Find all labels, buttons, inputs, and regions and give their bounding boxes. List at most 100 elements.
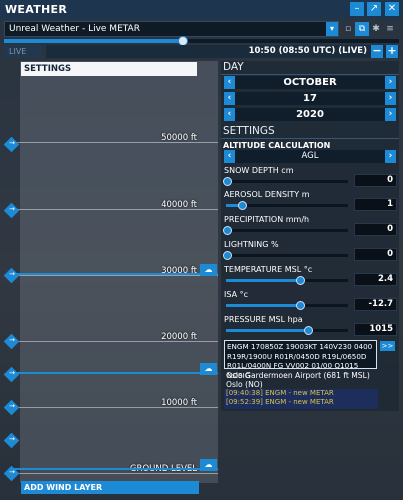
param-label: TEMPERATURE MSL °c	[224, 265, 313, 274]
param-slider[interactable]	[226, 301, 348, 310]
metar-text-box[interactable]: ENGM 170850Z 19003KT 140V230 0400 R19R/1…	[224, 340, 377, 380]
wind-direction-icon[interactable]: →	[3, 432, 20, 449]
detach-button[interactable]: ↗	[367, 2, 381, 16]
chevron-right-icon[interactable]: ›	[385, 150, 396, 163]
param-label: ISA °c	[224, 290, 248, 299]
time-slider-fill	[4, 39, 182, 43]
chevron-right-icon[interactable]: ›	[385, 76, 396, 89]
param-slider[interactable]	[226, 276, 348, 285]
param-value: 1	[387, 199, 393, 209]
altitude-settings-button[interactable]: SETTINGS	[21, 62, 197, 76]
param-label: PRESSURE MSL hpa	[224, 315, 303, 324]
param-slider[interactable]	[226, 201, 348, 210]
param-slider[interactable]	[223, 177, 348, 186]
preset-name: Unreal Weather - Live METAR	[9, 24, 140, 34]
wind-direction-icon[interactable]: →	[3, 399, 20, 416]
day-header: DAY	[223, 61, 244, 73]
chevron-left-icon[interactable]: ‹	[224, 76, 235, 89]
date-selector[interactable]: ‹ 17 ›	[224, 92, 396, 105]
param-value: 0	[387, 249, 393, 259]
altitude-label: 50000 ft	[161, 133, 197, 143]
cloud-layer-line[interactable]	[10, 273, 218, 275]
wind-direction-icon[interactable]: →	[3, 366, 20, 383]
altitude-calculation-label: ALTITUDE CALCULATION	[223, 141, 331, 150]
param-value-input[interactable]: 1	[354, 198, 397, 211]
station-name: Oslo Gardermoen Airport (681 ft MSL)	[226, 371, 370, 380]
cloud-layer-line[interactable]	[10, 372, 218, 374]
wind-direction-icon[interactable]: →	[3, 136, 20, 153]
time-display-bar: 10:50 (08:50 UTC) (LIVE)	[46, 45, 399, 58]
param-label: SNOW DEPTH cm	[224, 166, 294, 175]
param-value-input[interactable]: 0	[354, 174, 397, 187]
wind-direction-icon[interactable]: →	[3, 202, 20, 219]
param-slider[interactable]	[223, 226, 348, 235]
chevron-right-icon[interactable]: ›	[385, 92, 396, 105]
minimize-button[interactable]: –	[350, 2, 364, 16]
param-label: PRECIPITATION mm/h	[224, 215, 310, 224]
time-increment-button[interactable]: +	[386, 45, 398, 58]
param-value: 1015	[369, 324, 393, 334]
altitude-calculation-selector[interactable]: ‹ AGL ›	[224, 150, 396, 163]
param-slider[interactable]	[223, 251, 348, 260]
param-label: AEROSOL DENSITY m	[224, 190, 310, 199]
date-value: 17	[303, 93, 317, 104]
month-selector[interactable]: ‹ OCTOBER ›	[224, 76, 396, 89]
delete-preset-icon[interactable]: ▫	[341, 22, 355, 36]
add-wind-layer-label: ADD WIND LAYER	[24, 483, 103, 492]
altitude-calculation-value: AGL	[301, 151, 319, 161]
param-value-input[interactable]: 1015	[354, 323, 397, 336]
cloud-icon[interactable]: ☁	[200, 363, 217, 375]
metar-forward-button[interactable]: >>	[380, 341, 395, 351]
param-value: 0	[387, 224, 393, 234]
metar-log: [09:40:38] ENGM - new METAR [09:52:39] E…	[224, 389, 378, 409]
divider	[221, 138, 399, 139]
altitude-label: 20000 ft	[161, 332, 197, 342]
param-label: LIGHTNING %	[224, 240, 279, 249]
wind-direction-icon[interactable]: →	[3, 267, 20, 284]
metar-line: R19R/1900U R01R/0450D R19L/0650D	[227, 351, 367, 361]
param-value: 2.4	[377, 274, 393, 284]
divider	[221, 74, 399, 75]
param-value-input[interactable]: 0	[354, 248, 397, 261]
chevron-left-icon[interactable]: ‹	[224, 92, 235, 105]
param-value-input[interactable]: 2.4	[354, 273, 397, 286]
chevron-left-icon[interactable]: ‹	[224, 150, 235, 163]
wind-direction-icon[interactable]: →	[3, 465, 20, 482]
live-label: LIVE	[9, 47, 27, 56]
param-value: 0	[387, 175, 393, 185]
copy-preset-icon[interactable]: ⧉	[355, 22, 369, 36]
preset-dropdown[interactable]: Unreal Weather - Live METAR ▾	[4, 21, 339, 37]
chevron-down-icon[interactable]: ▾	[326, 22, 338, 36]
altitude-settings-label: SETTINGS	[24, 64, 72, 74]
param-value-input[interactable]: -12.7	[354, 298, 397, 311]
chevron-left-icon[interactable]: ‹	[224, 108, 235, 121]
list-icon[interactable]: ≡	[383, 22, 397, 36]
altitude-label: 10000 ft	[161, 398, 197, 408]
wind-direction-icon[interactable]: →	[3, 333, 20, 350]
month-value: OCTOBER	[283, 77, 337, 88]
year-value: 2020	[296, 109, 324, 120]
live-button[interactable]: LIVE	[4, 45, 42, 58]
close-button[interactable]: ✕	[385, 2, 399, 16]
param-slider[interactable]	[226, 326, 348, 335]
add-wind-layer-button[interactable]: ADD WIND LAYER	[21, 481, 199, 494]
station-city: Oslo (NO)	[226, 380, 263, 389]
param-value: -12.7	[368, 299, 394, 309]
title-bar: WEATHER – ↗ ✕	[0, 0, 403, 19]
cloud-layer-line[interactable]	[10, 468, 218, 470]
time-decrement-button[interactable]: −	[371, 45, 383, 58]
window-title: WEATHER	[5, 3, 68, 16]
altitude-label: 40000 ft	[161, 200, 197, 210]
param-value-input[interactable]: 0	[354, 223, 397, 236]
year-selector[interactable]: ‹ 2020 ›	[224, 108, 396, 121]
log-entry: [09:52:39] ENGM - new METAR	[226, 398, 334, 406]
settings-header: SETTINGS	[223, 125, 275, 137]
gear-icon[interactable]: ✱	[369, 22, 383, 36]
time-display: 10:50 (08:50 UTC) (LIVE)	[248, 46, 367, 56]
log-entry: [09:40:38] ENGM - new METAR	[226, 389, 334, 397]
metar-line: ENGM 170850Z 19003KT 140V230 0400	[227, 342, 373, 351]
time-slider[interactable]	[4, 36, 399, 46]
chevron-right-icon[interactable]: ›	[385, 108, 396, 121]
cloud-icon[interactable]: ☁	[200, 264, 217, 276]
cloud-icon[interactable]: ☁	[200, 459, 217, 471]
